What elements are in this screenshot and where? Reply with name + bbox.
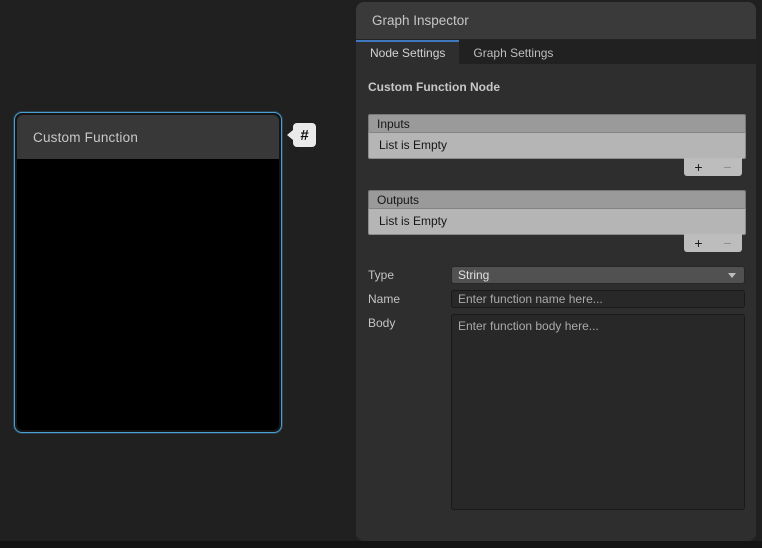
tab-graph-settings-label: Graph Settings (473, 46, 553, 60)
graph-editor-canvas[interactable]: Custom Function # Graph Inspector Node S… (0, 0, 762, 548)
function-name-input[interactable] (451, 290, 745, 308)
inputs-remove-button[interactable]: − (716, 159, 740, 175)
section-title: Custom Function Node (368, 80, 746, 94)
outputs-empty-label: List is Empty (379, 214, 447, 228)
inputs-empty-label: List is Empty (379, 138, 447, 152)
node-preview-area (17, 159, 279, 430)
body-row: Body (368, 314, 746, 515)
type-row: Type String (368, 266, 746, 284)
inspector-tab-bar: Node Settings Graph Settings (356, 40, 756, 64)
type-dropdown[interactable]: String (451, 266, 745, 284)
node-title: Custom Function (33, 130, 138, 145)
window-bottom-edge (0, 541, 762, 548)
inputs-list-footer: + − (368, 159, 746, 176)
body-label: Body (368, 314, 451, 330)
inspector-content: Custom Function Node Inputs List is Empt… (356, 64, 756, 515)
inputs-footer-buttons: + − (684, 158, 742, 176)
outputs-list-footer: + − (368, 235, 746, 252)
outputs-list-header: Outputs (368, 190, 746, 208)
node-header[interactable]: Custom Function (17, 115, 279, 159)
function-body-input[interactable] (451, 314, 745, 510)
outputs-footer-buttons: + − (684, 234, 742, 252)
outputs-list: Outputs List is Empty + − (368, 190, 746, 252)
type-label: Type (368, 266, 451, 282)
panel-title: Graph Inspector (372, 13, 469, 28)
tab-graph-settings[interactable]: Graph Settings (459, 40, 567, 64)
outputs-list-header-label: Outputs (377, 193, 419, 207)
hash-icon: # (300, 127, 308, 144)
inputs-list-body: List is Empty (368, 132, 746, 159)
inputs-list-header: Inputs (368, 114, 746, 132)
tab-node-settings-label: Node Settings (370, 46, 445, 60)
name-label: Name (368, 290, 451, 306)
outputs-remove-button[interactable]: − (716, 235, 740, 251)
type-dropdown-value: String (458, 268, 728, 282)
name-row: Name (368, 290, 746, 308)
node-precision-badge[interactable]: # (293, 123, 316, 147)
custom-function-node[interactable]: Custom Function (14, 112, 282, 433)
outputs-add-button[interactable]: + (687, 235, 711, 251)
chevron-down-icon (728, 273, 736, 278)
inputs-list-header-label: Inputs (377, 117, 410, 131)
graph-inspector-panel: Graph Inspector Node Settings Graph Sett… (356, 2, 756, 541)
outputs-list-body: List is Empty (368, 208, 746, 235)
inputs-add-button[interactable]: + (687, 159, 711, 175)
panel-titlebar[interactable]: Graph Inspector (356, 2, 756, 40)
tab-node-settings[interactable]: Node Settings (356, 40, 459, 64)
inputs-list: Inputs List is Empty + − (368, 114, 746, 176)
